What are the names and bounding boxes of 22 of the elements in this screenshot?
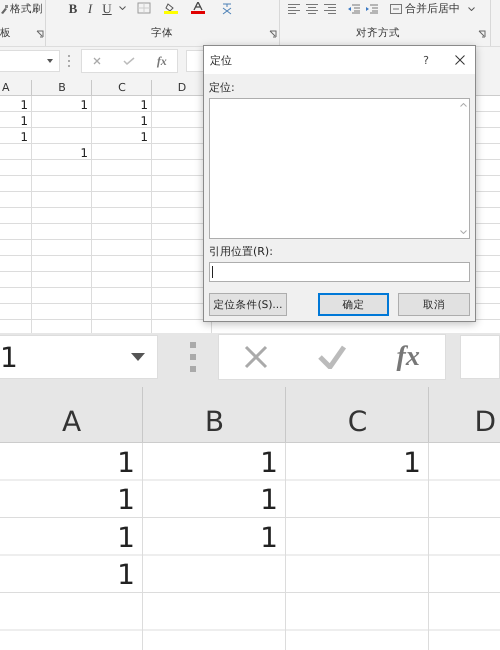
table-cell: 1 xyxy=(20,130,28,144)
table-cell: 1 xyxy=(20,98,28,112)
reference-label: 引用位置(R): xyxy=(209,244,274,259)
table-cell: 1 xyxy=(260,446,278,478)
table-cell: 1 xyxy=(117,446,135,478)
table-cell: 1 xyxy=(260,520,278,554)
group-label: 对齐方式 xyxy=(356,26,400,40)
table-cell: 1 xyxy=(260,483,278,516)
table-cell: 1 xyxy=(117,558,135,591)
table-cell: 1 xyxy=(140,114,148,128)
table-cell: 1 xyxy=(117,520,135,554)
table-cell: 1 xyxy=(140,98,148,112)
group-label: 板 xyxy=(0,26,11,40)
table-cell: 1 xyxy=(403,446,421,478)
table-cell: 1 xyxy=(20,114,28,128)
group-label: 字体 xyxy=(151,26,173,40)
table-cell: 1 xyxy=(80,146,88,160)
table-cell: 1 xyxy=(140,130,148,144)
table-cell: 1 xyxy=(80,98,88,112)
dialog-title: 定位 xyxy=(210,52,233,68)
list-label: 定位: xyxy=(209,80,236,95)
table-cell: 1 xyxy=(117,483,135,516)
